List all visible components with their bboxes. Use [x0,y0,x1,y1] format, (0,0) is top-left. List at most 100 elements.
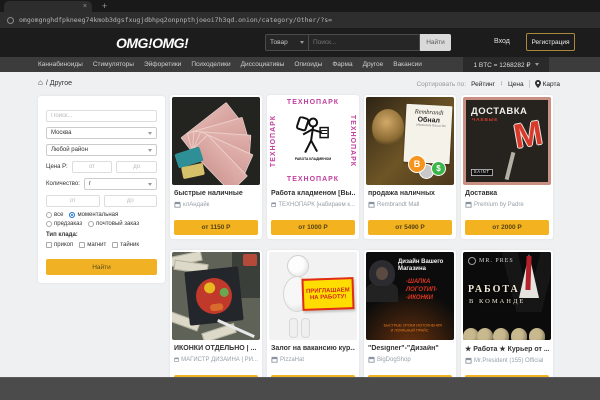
design-headline: Дизайн Вашего Магазина [398,259,443,273]
price-to-input[interactable] [116,161,157,173]
district-select[interactable]: Любой район [46,144,157,156]
product-image-money[interactable] [172,97,260,185]
product-card[interactable]: ПРИГЛАШАЕМ НА РАБОТУ! Залог на вакансию … [267,250,359,394]
product-seller[interactable]: клАндайк [174,201,258,208]
product-card[interactable]: Rembrandt Обнал обменяем Ваши btc B $ пр… [364,95,456,239]
product-card[interactable]: ИКОНКИ ОТДЕЛЬНО | ... МАГИСТР ДИЗАЙНА | … [170,250,262,394]
product-image-invite[interactable]: ПРИГЛАШАЕМ НА РАБОТУ! [269,252,357,340]
radio-icon [46,221,52,227]
nav-item-psychedelics[interactable]: Психоделики [191,61,230,68]
checkbox-stash-label: тайник [120,242,139,248]
url-text[interactable]: omgomgnghdfpkneeg74kmob3dgsfxugjdbhpq2on… [19,16,332,24]
checkbox-buried[interactable]: прикоп [46,242,73,248]
chevron-down-icon [148,132,152,135]
quantity-to-input[interactable] [104,195,158,207]
filter-submit-button[interactable]: Найти [46,259,157,275]
badge-icon [468,257,476,265]
search-bar: Товар Найти [265,34,451,51]
search-button[interactable]: Найти [420,34,451,51]
radio-instant[interactable]: моментальная [69,212,118,218]
product-card[interactable]: Дизайн Вашего Магазина -ШАПКА ЛОГОТИП- -… [364,250,456,394]
product-seller[interactable]: Mr.President (155) Official [465,357,549,364]
city-select[interactable]: Москва [46,127,157,139]
design-footer: БЫСТРЫЕ СРОКИ ИСПОЛНЕНИЯ И ЛОЯЛЬНЫЙ ПРАЙ… [384,325,437,334]
nav-item-stimulants[interactable]: Стимуляторы [93,61,134,68]
product-card[interactable]: ДОСТАВКА ЧАЕВЫЕ М SAINT Доставка Premium… [461,95,553,239]
unit-select[interactable]: г [84,178,157,190]
price-button[interactable]: от 5490 Р [368,220,452,235]
btc-rate-selector[interactable]: 1 BTC = 1268282 ₽ [463,57,549,72]
price-button[interactable]: от 2000 Р [465,220,549,235]
nav-item-jobs[interactable]: Вакансии [393,61,422,68]
technopark-text: ТЕХНОПАРК [270,115,277,167]
login-link[interactable]: Вход [494,38,510,45]
site-logo[interactable]: OMG!OMG! [116,35,188,51]
radio-all[interactable]: все [46,212,63,218]
technopark-text: ТЕХНОПАРК [269,99,357,106]
taskbar[interactable] [0,377,600,400]
search-category-select[interactable]: Товар [265,34,309,51]
sort-by-price[interactable]: Цена [508,81,524,88]
radio-preorder[interactable]: предзаказ [46,221,82,227]
seller-name: PizzaHat [280,357,304,363]
sort-by-rating[interactable]: Рейтинг [471,81,495,88]
obnal-subtitle: обменяем Ваши btc [416,123,441,128]
figure-leg-shape [289,318,298,338]
product-image-collage[interactable] [172,252,260,340]
product-image-delivery[interactable]: ДОСТАВКА ЧАЕВЫЕ М SAINT [463,97,551,185]
shop-icon [174,201,181,208]
browser-tab[interactable]: × [4,1,92,12]
price-button[interactable]: от 1000 Р [271,220,355,235]
portrait-shape [372,109,404,147]
product-seller[interactable]: PizzaHat [271,356,355,363]
site-info-icon[interactable] [7,17,14,24]
product-seller[interactable]: ТЕХНОПАРК [набираем к... [271,201,355,208]
product-title: Залог на вакансию кур... [271,345,355,352]
map-link[interactable]: Карта [535,80,560,88]
nav-item-cannabinoids[interactable]: Каннабиноиды [38,61,83,68]
seller-name: Premium by Padre [474,202,524,208]
radio-all-label: все [54,212,63,218]
art-board [184,266,243,325]
register-button[interactable]: Регистрация [526,33,575,51]
browser-url-bar[interactable]: omgomgnghdfpkneeg74kmob3dgsfxugjdbhpq2on… [0,12,600,28]
price-button[interactable]: от 1150 Р [174,220,258,235]
radio-postal[interactable]: почтовый заказ [88,221,139,227]
product-image-president[interactable]: MR. PRES РАБОТА В КОМАНДЕ [463,252,551,340]
product-image-rembrandt[interactable]: Rembrandt Обнал обменяем Ваши btc B $ [366,97,454,185]
red-shape [243,254,257,266]
nav-item-pharma[interactable]: Фарма [332,61,352,68]
product-card[interactable]: MR. PRES РАБОТА В КОМАНДЕ ★ Работа ★ Кур… [461,250,553,394]
chevron-down-icon [148,183,152,186]
product-seller[interactable]: Rembrandt Mall [368,201,452,208]
product-seller[interactable]: МАГИСТР ДИЗАЙНА | РИ... [174,356,258,363]
product-seller[interactable]: BigDogShop [368,356,452,363]
nav-item-opioids[interactable]: Опиоиды [294,61,322,68]
stick-figure-icon [296,117,330,155]
filter-search-input[interactable] [46,110,157,122]
cartoon-blob [210,303,224,311]
nav-item-euphoretics[interactable]: Эйфоретики [144,61,181,68]
sort-direction-icon[interactable]: ↕ [500,81,503,87]
product-card[interactable]: быстрые наличные клАндайк от 1150 Р [170,95,262,239]
design-footer-line2: И ЛОЯЛЬНЫЙ ПРАЙС. [384,329,437,334]
product-card[interactable]: ТЕХНОПАРК ТЕХНОПАРК ТЕХНОПАРК ТЕХНОПАРК [267,95,359,239]
home-icon[interactable]: ⌂ [38,79,43,87]
new-tab-button[interactable]: + [102,2,107,12]
design-service-3: -ИКОНКИ [406,294,437,302]
unit-select-value: г [89,181,91,187]
search-input[interactable] [309,34,420,51]
checkbox-stash[interactable]: тайник [112,242,139,248]
design-headline-line2: Магазина [398,266,443,273]
price-from-input[interactable] [72,161,113,173]
product-image-technopark[interactable]: ТЕХНОПАРК ТЕХНОПАРК ТЕХНОПАРК ТЕХНОПАРК [269,97,357,185]
nav-item-dissociatives[interactable]: Диссоциативы [241,61,285,68]
nav-item-other[interactable]: Другое [363,61,384,68]
tab-close-icon[interactable]: × [83,3,87,10]
bitcoin-coin-icon: B [408,155,426,173]
product-image-designer[interactable]: Дизайн Вашего Магазина -ШАПКА ЛОГОТИП- -… [366,252,454,340]
product-seller[interactable]: Premium by Padre [465,201,549,208]
product-title: ★ Работа ★ Курьер от ... [465,345,549,353]
checkbox-magnet[interactable]: магнит [79,242,106,248]
quantity-from-input[interactable] [46,195,100,207]
